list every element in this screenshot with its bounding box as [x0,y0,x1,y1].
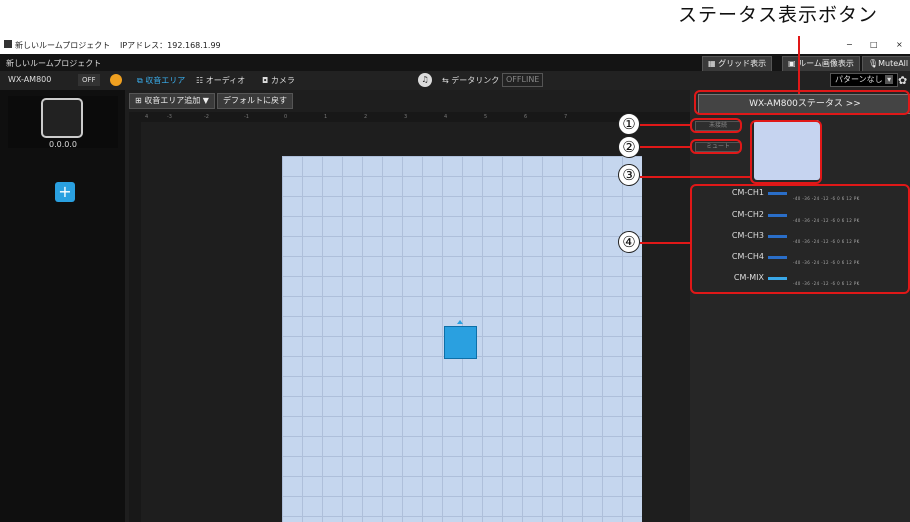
grid-toggle[interactable]: ▦ グリッド表示 [702,56,773,72]
power-off-toggle[interactable]: OFF [78,74,100,86]
pattern-select[interactable]: パターンなし ▾ [830,73,899,87]
maximize-icon[interactable]: □ [870,40,878,49]
tab-camera[interactable]: ◘ カメラ [262,75,295,86]
device-list-panel: 0.0.0.0 + [0,90,125,522]
grid-icon: ▦ [708,59,719,68]
close-icon[interactable]: × [896,40,903,49]
device-name: WX-AM800 [8,75,52,84]
device-ip: 0.0.0.0 [49,140,77,149]
offline-badge: OFFLINE [502,73,544,87]
callout-line-1 [640,124,690,126]
chevron-down-icon: ▾ [885,75,894,84]
dropdown-arrow-icon[interactable]: ▼ [203,96,209,105]
callout-line-2 [640,146,690,148]
add-device-button[interactable]: + [55,182,75,202]
room-grid-canvas[interactable] [282,156,642,522]
add-pickup-area-button[interactable]: ⊞ 収音エリア追加 ▼ [129,93,215,109]
camera-icon: ◘ [262,76,271,85]
callout-line-status [798,36,800,94]
window-title: 新しいルームプロジェクト [15,41,111,50]
horizontal-ruler: 4 -3 -2 -1 0 1 2 3 4 5 6 7 [129,112,690,122]
callout-box-2 [690,139,742,154]
marker-2: ② [618,136,640,158]
add-area-icon: ⊞ [135,96,145,105]
reset-default-button[interactable]: デフォルトに戻す [217,93,293,109]
data-link-button[interactable]: ⇆ データリンク [442,75,499,86]
status-indicator-icon [110,74,122,86]
image-icon: ▣ [788,59,799,68]
vertical-ruler [129,122,141,522]
marker-1: ① [618,113,640,135]
callout-line-4 [640,242,690,244]
callout-box-4 [690,184,910,294]
tab-audio[interactable]: ☷ オーディオ [196,75,245,86]
mute-all-button[interactable]: 🎙MuteAll [862,56,910,72]
callout-box-1 [690,118,742,133]
device-thumbnail [41,98,83,138]
project-name: 新しいルームプロジェクト [6,59,102,68]
link-icon: ⇆ [442,76,452,85]
direction-marker-icon [457,320,463,324]
title-bar: 新しいルームプロジェクト IPアドレス：192.168.1.99 − □ × [0,36,910,54]
callout-box-3 [750,120,822,184]
toolbar: WX-AM800 OFF ⧉ 収音エリア ☷ オーディオ ◘ カメラ ♫ ⇆ デ… [0,71,910,90]
pickup-area-editor: ⊞ 収音エリア追加 ▼ デフォルトに戻す 4 -3 -2 -1 0 1 2 3 … [125,90,690,522]
room-image-toggle[interactable]: ▣ ルーム画像表示 [782,56,860,72]
gear-icon[interactable]: ✿ [898,74,907,87]
marker-3: ③ [618,164,640,186]
marker-4: ④ [618,231,640,253]
callout-title: ステータス表示ボタン [678,4,879,26]
minimize-icon[interactable]: − [846,40,853,49]
tab-pickup-area[interactable]: ⧉ 収音エリア [137,75,185,86]
microphone-icon[interactable]: ♫ [418,73,432,87]
app-icon [4,40,12,48]
ip-address: IPアドレス：192.168.1.99 [120,41,221,50]
device-card[interactable]: 0.0.0.0 [8,96,118,149]
sliders-icon: ☷ [196,76,206,85]
callout-box-status [694,90,910,115]
microphone-device-marker[interactable] [444,326,477,359]
sub-bar: 新しいルームプロジェクト ▦ グリッド表示 ▣ ルーム画像表示 🎙MuteAll [0,54,910,72]
callout-line-3 [640,176,750,178]
mic-icon: 🎙 [868,59,879,68]
